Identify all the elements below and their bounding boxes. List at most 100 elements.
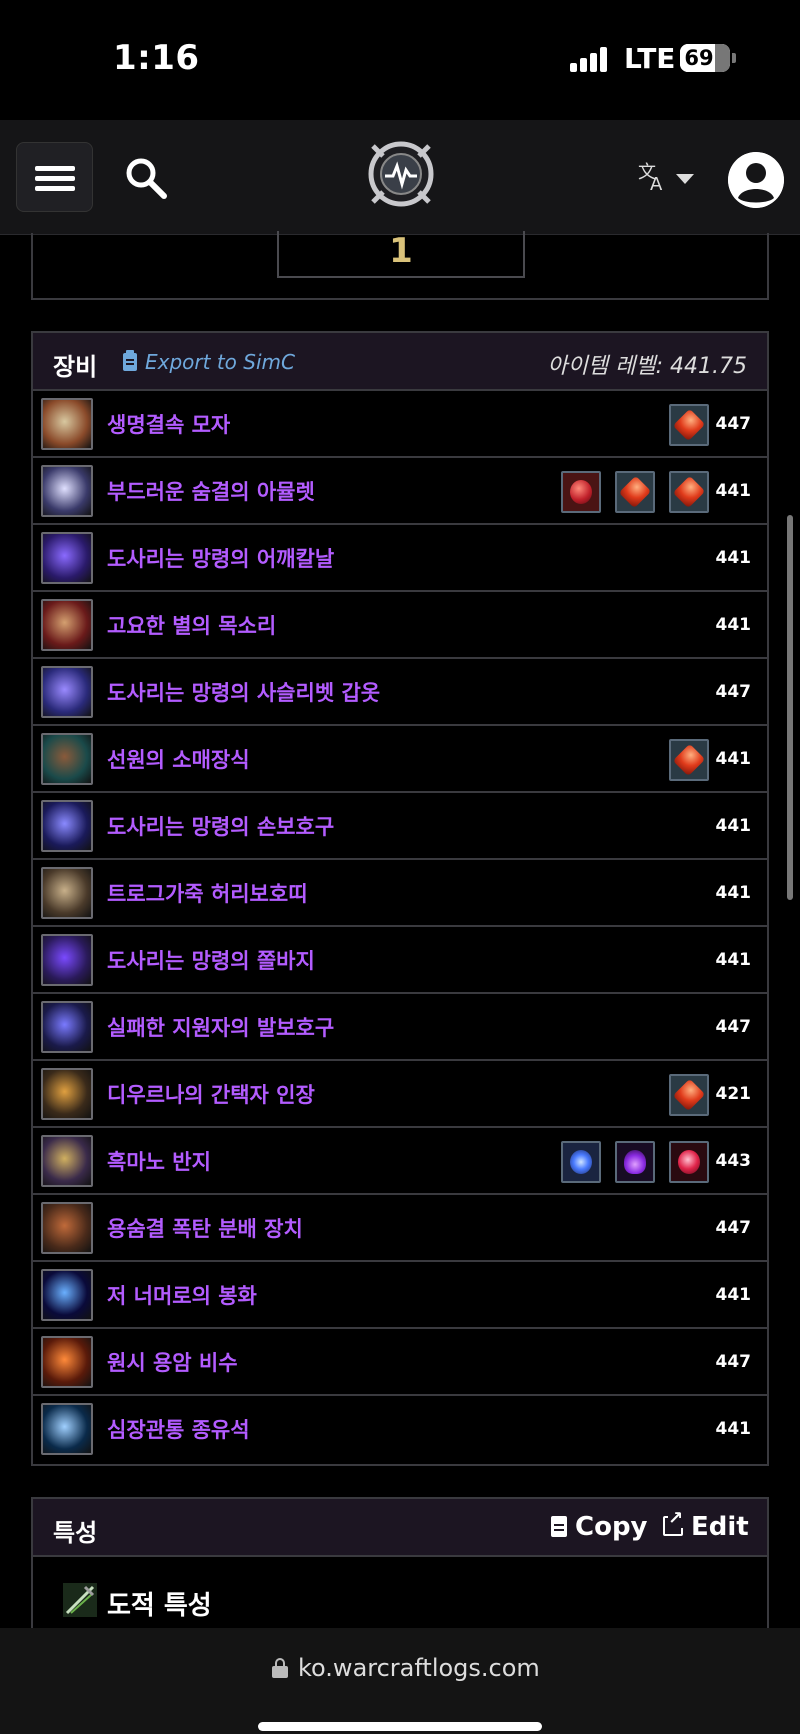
item-name[interactable]: 실패한 지원자의 발보호구 — [107, 1012, 334, 1042]
item-level: 421 — [715, 1084, 752, 1104]
item-name[interactable]: 트로그가죽 허리보호띠 — [107, 878, 308, 908]
item-level-summary: 아이템 레벨: 441.75 — [547, 354, 747, 379]
gear-row[interactable]: 실패한 지원자의 발보호구 447 — [33, 994, 767, 1061]
item-name[interactable]: 심장관통 종유석 — [107, 1414, 250, 1444]
item-icon[interactable] — [41, 599, 93, 651]
navbar: 文 A — [0, 120, 800, 235]
export-simc-link[interactable]: Export to SimC — [123, 350, 295, 374]
menu-button[interactable] — [16, 142, 93, 212]
item-name[interactable]: 고요한 별의 목소리 — [107, 610, 276, 640]
item-name[interactable]: 흑마노 반지 — [107, 1146, 211, 1176]
gear-row[interactable]: 생명결속 모자 447 — [33, 391, 767, 458]
gear-row[interactable]: 도사리는 망령의 쫄바지 441 — [33, 927, 767, 994]
item-name[interactable]: 도사리는 망령의 사슬리벳 갑옷 — [107, 677, 380, 707]
gear-row[interactable]: 도사리는 망령의 사슬리벳 갑옷 447 — [33, 659, 767, 726]
item-icon[interactable] — [41, 1202, 93, 1254]
red-gem-icon[interactable] — [669, 1074, 709, 1116]
item-icon[interactable] — [41, 1068, 93, 1120]
item-icon[interactable] — [41, 867, 93, 919]
battery-icon: 69 — [680, 44, 730, 72]
gear-row[interactable]: 고요한 별의 목소리 441 — [33, 592, 767, 659]
item-level: 447 — [715, 414, 752, 434]
summary-panel: 1 — [31, 231, 769, 300]
gear-row[interactable]: 부드러운 숨결의 아뮬렛 441 — [33, 458, 767, 525]
item-icon[interactable] — [41, 666, 93, 718]
account-icon[interactable] — [728, 152, 784, 208]
gear-row[interactable]: 도사리는 망령의 어깨칼날 441 — [33, 525, 767, 592]
gear-row[interactable]: 흑마노 반지 443 — [33, 1128, 767, 1195]
clipboard-icon — [123, 350, 137, 371]
gem-slots — [669, 1074, 709, 1116]
item-icon[interactable] — [41, 1336, 93, 1388]
external-link-icon — [663, 1510, 684, 1536]
item-icon[interactable] — [41, 1135, 93, 1187]
red-gem-icon[interactable] — [615, 471, 655, 513]
item-level: 441 — [715, 481, 752, 501]
item-icon[interactable] — [41, 934, 93, 986]
pink-gem-icon[interactable] — [669, 1141, 709, 1183]
item-name[interactable]: 디우르나의 간택자 인장 — [107, 1079, 315, 1109]
gear-row[interactable]: 용숨결 폭탄 분배 장치 447 — [33, 1195, 767, 1262]
home-indicator[interactable] — [258, 1722, 542, 1731]
warcraftlogs-logo[interactable] — [367, 140, 435, 208]
gear-row[interactable]: 원시 용암 비수 447 — [33, 1329, 767, 1396]
item-name[interactable]: 도사리는 망령의 어깨칼날 — [107, 543, 334, 573]
gear-row[interactable]: 트로그가죽 허리보호띠 441 — [33, 860, 767, 927]
edit-button[interactable]: Edit — [663, 1510, 749, 1542]
gear-title: 장비 — [53, 353, 98, 381]
item-icon[interactable] — [41, 733, 93, 785]
item-name[interactable]: 부드러운 숨결의 아뮬렛 — [107, 476, 315, 506]
url-text: ko.warcraftlogs.com — [298, 1654, 540, 1682]
item-icon[interactable] — [41, 1403, 93, 1455]
gear-panel: 장비 Export to SimC 아이템 레벨: 441.75 생명결속 모자… — [31, 331, 769, 1466]
item-name[interactable]: 원시 용암 비수 — [107, 1347, 238, 1377]
item-name[interactable]: 선원의 소매장식 — [107, 744, 250, 774]
red-gem-icon[interactable] — [669, 404, 709, 446]
translate-icon[interactable]: 文 A — [638, 160, 696, 194]
item-level: 447 — [715, 1352, 752, 1372]
scrollbar[interactable] — [787, 515, 793, 900]
item-level: 441 — [715, 615, 752, 635]
svg-text:A: A — [650, 174, 663, 194]
purple-gem-icon[interactable] — [615, 1141, 655, 1183]
gear-row[interactable]: 저 너머로의 봉화 441 — [33, 1262, 767, 1329]
copy-button[interactable]: Copy — [551, 1512, 648, 1542]
item-name[interactable]: 생명결속 모자 — [107, 409, 230, 439]
item-icon[interactable] — [41, 398, 93, 450]
item-level: 441 — [715, 548, 752, 568]
item-icon[interactable] — [41, 532, 93, 584]
red-gem-icon[interactable] — [669, 471, 709, 513]
item-name[interactable]: 도사리는 망령의 손보호구 — [107, 811, 334, 841]
item-name[interactable]: 용숨결 폭탄 분배 장치 — [107, 1213, 303, 1243]
edit-label: Edit — [691, 1512, 749, 1542]
gear-row[interactable]: 선원의 소매장식 441 — [33, 726, 767, 793]
item-name[interactable]: 저 너머로의 봉화 — [107, 1280, 257, 1310]
item-icon[interactable] — [41, 800, 93, 852]
talents-title: 특성 — [53, 1519, 98, 1547]
clipboard-icon — [551, 1516, 567, 1537]
gear-header: 장비 Export to SimC 아이템 레벨: 441.75 — [33, 333, 767, 391]
item-name[interactable]: 도사리는 망령의 쫄바지 — [107, 945, 315, 975]
gear-row[interactable]: 도사리는 망령의 손보호구 441 — [33, 793, 767, 860]
summary-value: 1 — [389, 231, 413, 271]
item-level: 441 — [715, 1419, 752, 1439]
item-icon[interactable] — [41, 465, 93, 517]
item-level: 441 — [715, 883, 752, 903]
gear-row[interactable]: 심장관통 종유석 441 — [33, 1396, 767, 1463]
status-time: 1:16 — [113, 38, 200, 78]
gear-row[interactable]: 디우르나의 간택자 인장 421 — [33, 1061, 767, 1128]
spec-title: 도적 특성 — [107, 1591, 212, 1621]
item-level: 447 — [715, 1218, 752, 1238]
blue-gem-icon[interactable] — [561, 1141, 601, 1183]
item-icon[interactable] — [41, 1001, 93, 1053]
ruby-gem-icon[interactable] — [561, 471, 601, 513]
gem-slots — [669, 404, 709, 446]
gem-slots — [669, 739, 709, 781]
browser-url-bar[interactable]: ko.warcraftlogs.com — [0, 1628, 800, 1734]
talents-header: 특성 Copy Edit — [33, 1499, 767, 1557]
copy-label: Copy — [575, 1512, 648, 1542]
item-icon[interactable] — [41, 1269, 93, 1321]
red-gem-icon[interactable] — [669, 739, 709, 781]
gem-slots — [561, 471, 709, 513]
search-icon[interactable] — [124, 156, 168, 200]
